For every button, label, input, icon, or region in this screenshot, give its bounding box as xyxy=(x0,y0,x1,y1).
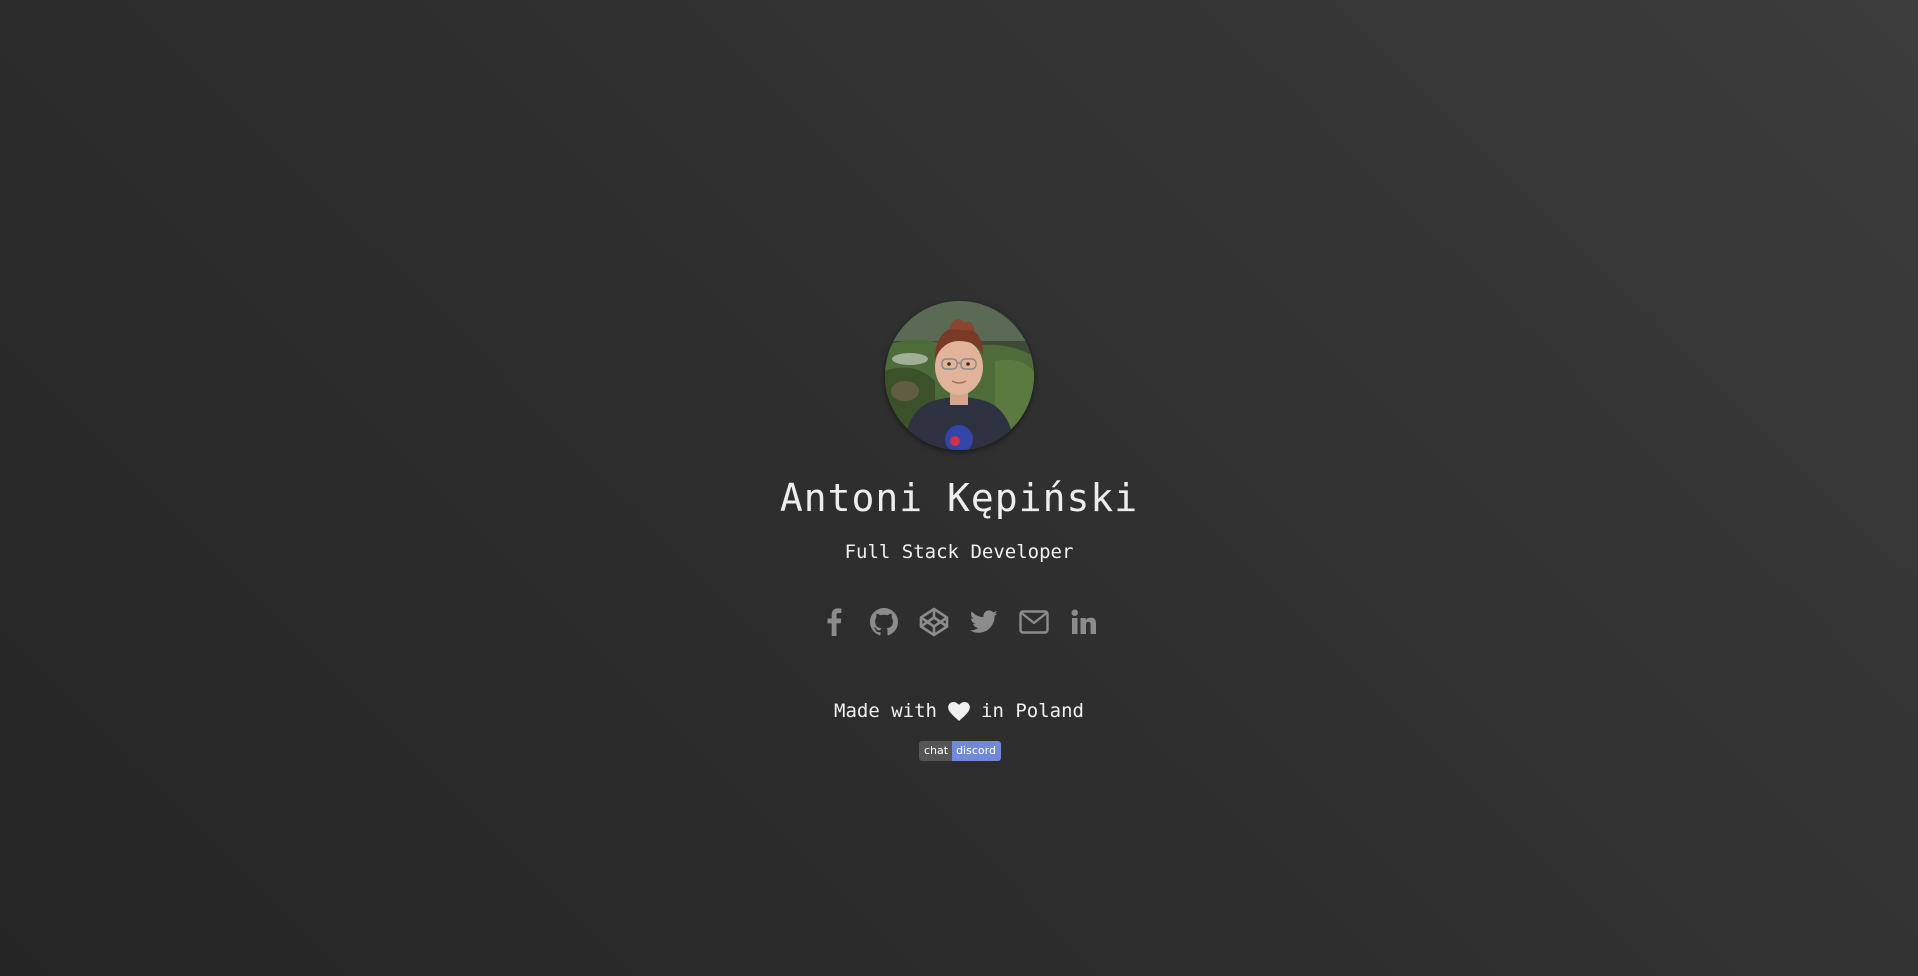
twitter-link[interactable] xyxy=(968,606,1000,638)
envelope-icon xyxy=(1019,610,1049,634)
location-text: in Poland xyxy=(981,700,1084,722)
profile-card: Antoni Kępiński Full Stack Developer Mad… xyxy=(0,0,1918,976)
made-with-text: Made with xyxy=(834,700,937,722)
profile-name: Antoni Kępiński xyxy=(779,476,1139,520)
github-icon xyxy=(870,608,898,636)
linkedin-link[interactable] xyxy=(1068,606,1100,638)
heart-icon xyxy=(948,701,970,721)
github-link[interactable] xyxy=(868,606,900,638)
avatar-photo xyxy=(885,301,1034,450)
facebook-icon xyxy=(827,608,842,636)
made-with-line: Made with in Poland xyxy=(0,698,1918,724)
email-link[interactable] xyxy=(1018,606,1050,638)
codepen-link[interactable] xyxy=(918,606,950,638)
twitter-icon xyxy=(970,610,998,633)
codepen-icon xyxy=(919,607,949,637)
social-links xyxy=(0,604,1918,640)
facebook-link[interactable] xyxy=(818,606,850,638)
discord-chat-badge[interactable]: chat discord xyxy=(919,741,1001,761)
profile-role: Full Stack Developer xyxy=(844,541,1074,563)
avatar xyxy=(885,301,1034,450)
linkedin-icon xyxy=(1071,609,1096,634)
badge-label: chat xyxy=(919,741,953,761)
badge-value: discord xyxy=(952,741,1001,761)
